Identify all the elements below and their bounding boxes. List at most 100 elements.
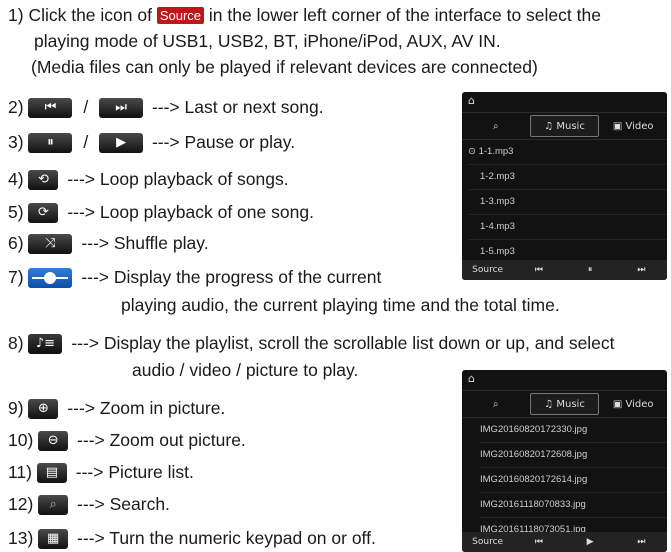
search-tab[interactable]: ⌕ (462, 391, 530, 417)
tab-music[interactable]: ♫ Music (529, 393, 600, 415)
picture-screen: ⌂ ⌕ ♫ Music ▣ Video IMG20160820172330.jp… (462, 370, 667, 552)
list-item[interactable]: 1-2.mp3 (468, 165, 667, 190)
source-button[interactable]: Source (462, 537, 513, 547)
item-text: ---> Shuffle play. (81, 233, 209, 253)
item-text: ---> Display the playlist, scroll the sc… (71, 333, 615, 353)
step-1-line-2: playing mode of USB1, USB2, BT, iPhone/i… (34, 31, 501, 51)
search-icon: ⌕ (38, 495, 69, 516)
list-item[interactable]: IMG20160820172614.jpg (480, 468, 667, 493)
video-icon: ▣ (612, 120, 623, 132)
home-icon[interactable]: ⌂ (468, 372, 475, 385)
file-name: IMG20161118070833.jpg (480, 499, 586, 510)
step-number: 13) (8, 528, 34, 548)
list-item[interactable]: IMG20160820172608.jpg (480, 443, 667, 468)
list-item[interactable]: 1-4.mp3 (468, 215, 667, 240)
file-name: 1-2.mp3 (480, 171, 515, 182)
item-text: ---> Pause or play. (151, 132, 296, 152)
tab-video[interactable]: ▣ Video (599, 113, 667, 139)
step-number: 6) (8, 233, 24, 253)
loop-one-icon: ⟳ (28, 203, 59, 224)
item-11: 11) ▤ ---> Picture list. (8, 461, 194, 484)
previous-track-icon: ⏮ (28, 98, 73, 119)
item-8: 8) ♪≡ ---> Display the playlist, scroll … (8, 332, 615, 355)
step-number: 10) (8, 430, 34, 450)
next-track-icon: ⏭ (99, 98, 144, 119)
previous-track-icon[interactable]: ⏮ (513, 265, 564, 275)
step-number: 3) (8, 132, 24, 152)
list-item[interactable]: IMG20161118070833.jpg (480, 493, 667, 518)
item-text: ---> Loop playback of one song. (67, 202, 314, 222)
keypad-icon: ▦ (38, 529, 69, 550)
step-number: 2) (8, 97, 24, 117)
item-3: 3) ⏸ / ▶ ---> Pause or play. (8, 131, 296, 154)
item-text: ---> Turn the numeric keypad on or off. (77, 528, 376, 548)
loop-all-icon: ⟲ (28, 170, 59, 191)
step-1-line-1: 1) Click the icon of Source in the lower… (8, 4, 601, 26)
music-note-icon: ♫ (544, 398, 554, 410)
next-track-icon[interactable]: ⏭ (616, 265, 667, 275)
item-4: 4) ⟲ ---> Loop playback of songs. (8, 168, 289, 191)
tab-label: Video (625, 120, 654, 132)
file-name: 1-5.mp3 (480, 246, 515, 257)
music-screen: ⌂ ⌕ ♫ Music ▣ Video ⊙ 1-1.mp3 1-2.mp3 1-… (462, 92, 667, 280)
pause-icon: ⏸ (28, 133, 73, 154)
step-number: 1) (8, 5, 24, 25)
step-text: in the lower left corner of the interfac… (208, 5, 601, 25)
search-icon: ⌕ (493, 120, 499, 132)
previous-track-icon[interactable]: ⏮ (513, 537, 564, 547)
list-item[interactable]: ⊙ 1-1.mp3 (468, 140, 667, 165)
item-text: ---> Zoom out picture. (77, 430, 246, 450)
file-name: 1-4.mp3 (480, 221, 515, 232)
item-text: ---> Zoom in picture. (67, 398, 226, 418)
file-name: IMG20160820172330.jpg (480, 424, 588, 435)
item-9: 9) ⊕ ---> Zoom in picture. (8, 397, 226, 420)
source-button-icon: Source (156, 7, 205, 24)
file-name: IMG20160820172614.jpg (480, 474, 588, 485)
step-number: 8) (8, 333, 24, 353)
next-track-icon[interactable]: ⏭ (616, 537, 667, 547)
step-number: 11) (8, 462, 32, 482)
play-icon: ▶ (99, 133, 144, 154)
list-item[interactable]: 1-3.mp3 (468, 190, 667, 215)
source-button[interactable]: Source (462, 265, 513, 275)
shuffle-icon: ⤨ (28, 234, 73, 255)
control-bar: Source ⏮ ▶ ⏭ (462, 532, 667, 552)
tab-video[interactable]: ▣ Video (599, 391, 667, 417)
item-7: 7) ---> Display the progress of the curr… (8, 266, 382, 289)
slash: / (83, 97, 89, 117)
music-note-icon: ♫ (544, 120, 554, 132)
tab-label: Music (556, 398, 585, 410)
item-text: ---> Display the progress of the current (81, 267, 382, 287)
step-number: 5) (8, 202, 24, 222)
file-name: IMG20160820172608.jpg (480, 449, 588, 460)
progress-slider-icon (28, 268, 73, 289)
slash: / (83, 132, 89, 152)
zoom-in-icon: ⊕ (28, 399, 59, 420)
playlist-icon: ♪≡ (28, 334, 63, 355)
home-icon[interactable]: ⌂ (468, 94, 475, 107)
item-7-continued: playing audio, the current playing time … (121, 295, 560, 315)
now-playing-icon: ⊙ (468, 146, 476, 157)
item-8-continued: audio / video / picture to play. (132, 360, 359, 380)
item-5: 5) ⟳ ---> Loop playback of one song. (8, 201, 314, 224)
video-icon: ▣ (612, 398, 623, 410)
list-item[interactable]: IMG20160820172330.jpg (480, 418, 667, 443)
search-tab[interactable]: ⌕ (462, 113, 530, 139)
pause-icon[interactable]: ⏸ (565, 265, 616, 275)
step-number: 9) (8, 398, 24, 418)
step-text: Click the icon of (28, 5, 152, 25)
step-number: 4) (8, 169, 24, 189)
item-12: 12) ⌕ ---> Search. (8, 493, 170, 516)
item-text: ---> Picture list. (75, 462, 194, 482)
file-name: 1-3.mp3 (480, 196, 515, 207)
zoom-out-icon: ⊖ (38, 431, 69, 452)
item-13: 13) ▦ ---> Turn the numeric keypad on or… (8, 527, 376, 550)
item-10: 10) ⊖ ---> Zoom out picture. (8, 429, 246, 452)
file-name: 1-1.mp3 (478, 146, 514, 157)
item-6: 6) ⤨ ---> Shuffle play. (8, 232, 209, 255)
step-number: 7) (8, 267, 24, 287)
play-icon[interactable]: ▶ (565, 537, 616, 547)
item-text: ---> Loop playback of songs. (67, 169, 289, 189)
tab-music[interactable]: ♫ Music (529, 115, 600, 137)
step-number: 12) (8, 494, 34, 514)
